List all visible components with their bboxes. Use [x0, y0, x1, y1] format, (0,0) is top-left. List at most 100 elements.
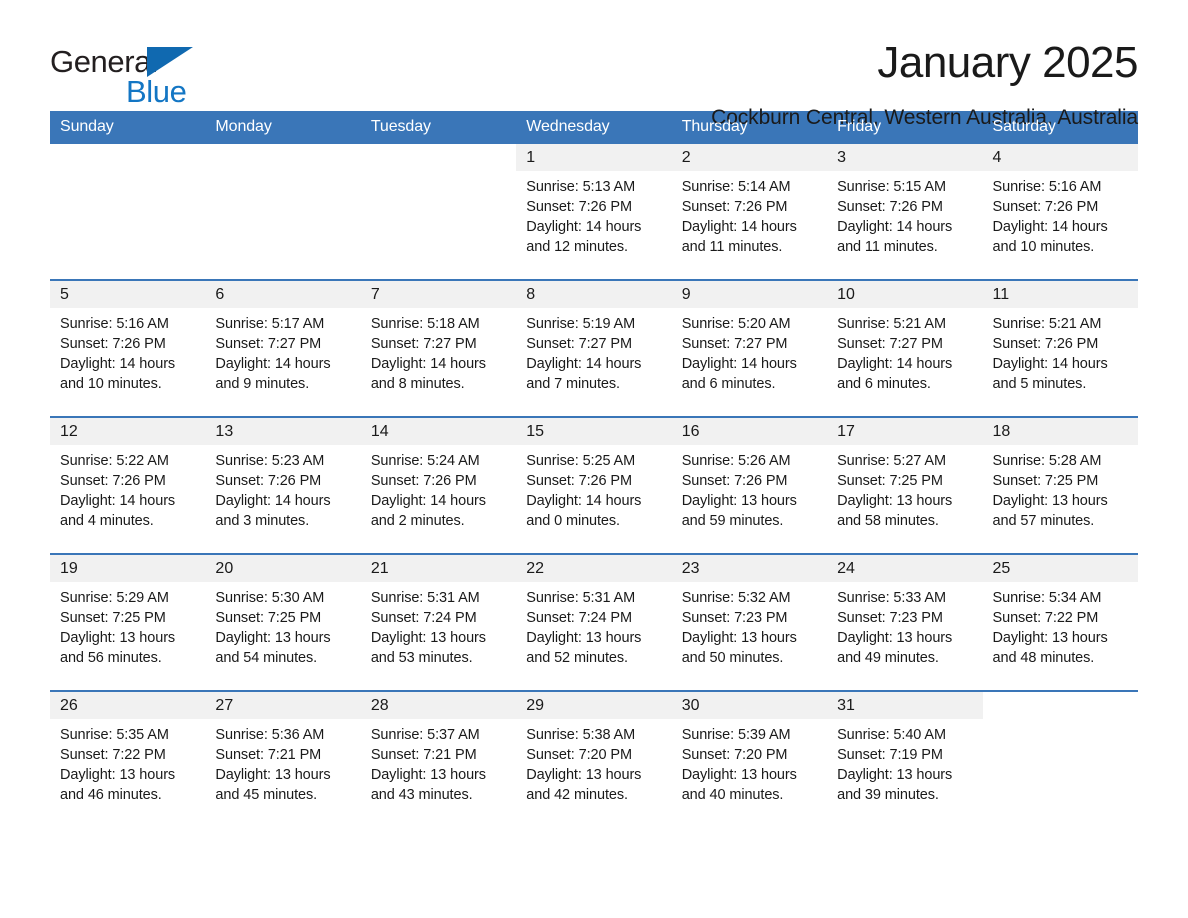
sunrise-text: Sunrise: 5:13 AM	[526, 179, 636, 195]
daylight-text-line2: and 56 minutes.	[60, 650, 162, 666]
sunset-text: Sunset: 7:26 PM	[681, 473, 788, 489]
calendar-day[interactable]: 31 Sunrise: 5:40 AM Sunset: 7:19 PM Dayligh…	[827, 692, 983, 827]
calendar-cell: 14 Sunrise: 5:24 AM Sunset: 7:26 PM Dayligh…	[360, 416, 517, 554]
daylight-text-line2: and 11 minutes.	[837, 239, 938, 255]
daylight-text-line1: Daylight: 13 hours	[992, 493, 1108, 509]
logo-text-blue: Blue	[126, 74, 187, 109]
calendar-day[interactable]: 24 Sunrise: 5:33 AM Sunset: 7:23 PM Dayligh…	[827, 555, 983, 690]
calendar-day[interactable]: 29 Sunrise: 5:38 AM Sunset: 7:20 PM Dayligh…	[516, 692, 672, 827]
calendar-day[interactable]: 20 Sunrise: 5:30 AM Sunset: 7:25 PM Dayligh…	[205, 555, 361, 690]
day-number: 4	[982, 144, 1138, 171]
sunrise-text: Sunrise: 5:24 AM	[370, 453, 480, 469]
calendar-day[interactable]: 6 Sunrise: 5:17 AM Sunset: 7:27 PM Daylight…	[205, 281, 361, 416]
sunset-text: Sunset: 7:25 PM	[837, 473, 943, 489]
sunrise-text: Sunrise: 5:40 AM	[837, 727, 946, 743]
calendar-day[interactable]: 5 Sunrise: 5:16 AM Sunset: 7:26 PM Daylight…	[50, 281, 206, 416]
daylight-text-line1: Daylight: 13 hours	[215, 767, 331, 783]
day-details: Sunrise: 5:14 AM Sunset: 7:26 PM Daylight:…	[672, 171, 827, 257]
calendar-day[interactable]: 1 Sunrise: 5:13 AM Sunset: 7:26 PM Daylight…	[516, 144, 672, 279]
day-number: 25	[982, 555, 1138, 582]
calendar-cell: 1 Sunrise: 5:13 AM Sunset: 7:26 PM Daylight…	[516, 144, 672, 280]
day-number: 14	[360, 418, 517, 445]
sunset-text: Sunset: 7:27 PM	[215, 336, 322, 352]
daylight-text-line2: and 48 minutes.	[992, 650, 1095, 666]
calendar-cell: 16 Sunrise: 5:26 AM Sunset: 7:26 PM Dayligh…	[671, 416, 828, 554]
day-number: 20	[205, 555, 361, 582]
calendar-day[interactable]: 16 Sunrise: 5:26 AM Sunset: 7:26 PM Dayligh…	[671, 418, 828, 553]
calendar-cell: 17 Sunrise: 5:27 AM Sunset: 7:25 PM Dayligh…	[827, 416, 983, 554]
day-details: Sunrise: 5:16 AM Sunset: 7:26 PM Daylight:…	[983, 171, 1138, 257]
calendar-day[interactable]: 10 Sunrise: 5:21 AM Sunset: 7:27 PM Dayligh…	[827, 281, 983, 416]
calendar-day[interactable]: 26 Sunrise: 5:35 AM Sunset: 7:22 PM Dayligh…	[50, 692, 206, 827]
calendar-day[interactable]: 15 Sunrise: 5:25 AM Sunset: 7:26 PM Dayligh…	[516, 418, 672, 553]
day-details: Sunrise: 5:20 AM Sunset: 7:27 PM Daylight:…	[672, 308, 827, 394]
sunrise-text: Sunrise: 5:31 AM	[370, 590, 480, 606]
calendar-day[interactable]: 3 Sunrise: 5:15 AM Sunset: 7:26 PM Daylight…	[827, 144, 983, 279]
calendar-cell: 28 Sunrise: 5:37 AM Sunset: 7:21 PM Dayligh…	[360, 690, 517, 827]
calendar-cell: 6 Sunrise: 5:17 AM Sunset: 7:27 PM Daylight…	[205, 279, 361, 417]
sunset-text: Sunset: 7:26 PM	[992, 336, 1099, 352]
daylight-text-line1: Daylight: 13 hours	[992, 630, 1108, 646]
sunrise-text: Sunrise: 5:37 AM	[370, 727, 480, 743]
daylight-text-line2: and 5 minutes.	[992, 376, 1087, 392]
calendar-week-row: 5 Sunrise: 5:16 AM Sunset: 7:26 PM Daylight…	[50, 279, 1138, 417]
generalblue-logo[interactable]: General Blue	[50, 38, 200, 110]
sunset-text: Sunset: 7:26 PM	[837, 199, 943, 215]
calendar-day[interactable]: 7 Sunrise: 5:18 AM Sunset: 7:27 PM Daylight…	[360, 281, 517, 416]
daylight-text-line2: and 59 minutes.	[681, 513, 784, 529]
calendar-week-row: 19 Sunrise: 5:29 AM Sunset: 7:25 PM Dayligh…	[50, 553, 1138, 691]
daylight-text-line1: Daylight: 14 hours	[215, 493, 331, 509]
sunset-text: Sunset: 7:27 PM	[526, 336, 632, 352]
sunset-text: Sunset: 7:26 PM	[60, 473, 166, 489]
day-number: 24	[827, 555, 983, 582]
daylight-text-line2: and 40 minutes.	[681, 787, 784, 803]
calendar-day[interactable]: 27 Sunrise: 5:36 AM Sunset: 7:21 PM Dayligh…	[205, 692, 361, 827]
sunset-text: Sunset: 7:25 PM	[60, 610, 166, 626]
sunrise-text: Sunrise: 5:38 AM	[526, 727, 636, 743]
calendar-day[interactable]: 11 Sunrise: 5:21 AM Sunset: 7:26 PM Dayligh…	[982, 281, 1138, 416]
calendar-day[interactable]: 28 Sunrise: 5:37 AM Sunset: 7:21 PM Dayligh…	[360, 692, 517, 827]
day-details: Sunrise: 5:18 AM Sunset: 7:27 PM Daylight:…	[361, 308, 516, 394]
calendar-day[interactable]: 14 Sunrise: 5:24 AM Sunset: 7:26 PM Dayligh…	[360, 418, 517, 553]
calendar-week-row: 26 Sunrise: 5:35 AM Sunset: 7:22 PM Dayligh…	[50, 690, 1138, 827]
sunset-text: Sunset: 7:20 PM	[681, 747, 788, 763]
calendar-day[interactable]: 12 Sunrise: 5:22 AM Sunset: 7:26 PM Dayligh…	[50, 418, 206, 553]
calendar-day[interactable]: 4 Sunrise: 5:16 AM Sunset: 7:26 PM Daylight…	[982, 144, 1138, 279]
calendar-day[interactable]: 21 Sunrise: 5:31 AM Sunset: 7:24 PM Dayligh…	[360, 555, 517, 690]
calendar-day[interactable]: 9 Sunrise: 5:20 AM Sunset: 7:27 PM Daylight…	[671, 281, 828, 416]
sunrise-text: Sunrise: 5:18 AM	[370, 316, 480, 332]
calendar-day[interactable]: 18 Sunrise: 5:28 AM Sunset: 7:25 PM Dayligh…	[982, 418, 1138, 553]
calendar-day[interactable]: 13 Sunrise: 5:23 AM Sunset: 7:26 PM Dayligh…	[205, 418, 361, 553]
day-number: 30	[671, 692, 828, 719]
daylight-text-line1: Daylight: 13 hours	[370, 630, 486, 646]
daylight-text-line2: and 9 minutes.	[215, 376, 310, 392]
day-number: 16	[671, 418, 828, 445]
calendar-day[interactable]: 23 Sunrise: 5:32 AM Sunset: 7:23 PM Dayligh…	[671, 555, 828, 690]
day-details: Sunrise: 5:34 AM Sunset: 7:22 PM Daylight:…	[983, 582, 1138, 668]
calendar-day[interactable]: 8 Sunrise: 5:19 AM Sunset: 7:27 PM Daylight…	[516, 281, 672, 416]
day-details: Sunrise: 5:21 AM Sunset: 7:26 PM Daylight:…	[983, 308, 1138, 394]
calendar-day[interactable]: 2 Sunrise: 5:14 AM Sunset: 7:26 PM Daylight…	[671, 144, 828, 279]
logo-triangle-icon	[147, 47, 193, 77]
day-details: Sunrise: 5:33 AM Sunset: 7:23 PM Daylight:…	[827, 582, 982, 668]
calendar-cell: 9 Sunrise: 5:20 AM Sunset: 7:27 PM Daylight…	[671, 279, 828, 417]
calendar-day[interactable]: 17 Sunrise: 5:27 AM Sunset: 7:25 PM Dayligh…	[827, 418, 983, 553]
sunrise-text: Sunrise: 5:15 AM	[837, 179, 946, 195]
daylight-text-line2: and 8 minutes.	[370, 376, 465, 392]
day-number: 26	[50, 692, 206, 719]
calendar-day[interactable]: 22 Sunrise: 5:31 AM Sunset: 7:24 PM Dayligh…	[516, 555, 672, 690]
day-number	[50, 144, 205, 171]
calendar-cell: 26 Sunrise: 5:35 AM Sunset: 7:22 PM Dayligh…	[50, 690, 206, 827]
day-details: Sunrise: 5:37 AM Sunset: 7:21 PM Daylight:…	[361, 719, 516, 805]
calendar-day[interactable]: 30 Sunrise: 5:39 AM Sunset: 7:20 PM Dayligh…	[671, 692, 828, 827]
day-details: Sunrise: 5:22 AM Sunset: 7:26 PM Daylight:…	[50, 445, 205, 531]
daylight-text-line2: and 2 minutes.	[370, 513, 465, 529]
calendar-day[interactable]: 25 Sunrise: 5:34 AM Sunset: 7:22 PM Dayligh…	[982, 555, 1138, 690]
day-number	[205, 144, 360, 171]
calendar-cell: 15 Sunrise: 5:25 AM Sunset: 7:26 PM Dayligh…	[516, 416, 672, 554]
sunrise-text: Sunrise: 5:31 AM	[526, 590, 636, 606]
sunset-text: Sunset: 7:26 PM	[526, 199, 632, 215]
daylight-text-line2: and 10 minutes.	[992, 239, 1095, 255]
calendar-cell: 10 Sunrise: 5:21 AM Sunset: 7:27 PM Dayligh…	[827, 279, 983, 417]
calendar-day[interactable]: 19 Sunrise: 5:29 AM Sunset: 7:25 PM Dayligh…	[50, 555, 206, 690]
